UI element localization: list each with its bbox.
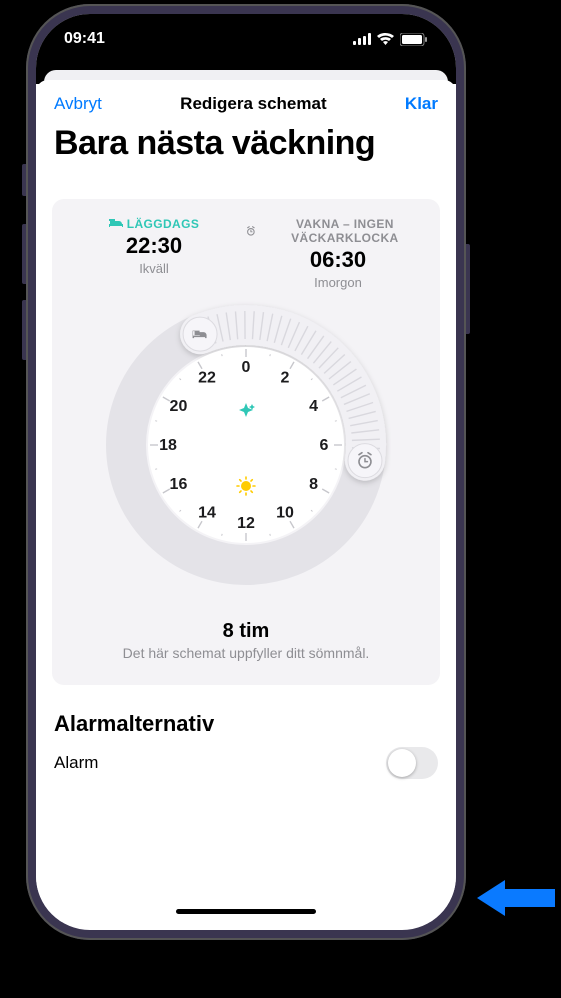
volume-down-button [22, 300, 26, 360]
bedtime-sub: Ikväll [62, 261, 246, 276]
status-time: 09:41 [64, 30, 105, 48]
done-button[interactable]: Klar [405, 94, 438, 114]
side-button [22, 164, 26, 196]
sheet-header: Avbryt Redigera schemat Klar [36, 80, 456, 128]
dial-hour-4: 4 [309, 398, 318, 415]
dial-hour-0: 0 [242, 359, 251, 376]
bed-icon [109, 219, 123, 229]
modal-sheet: Avbryt Redigera schemat Klar Bara nästa … [36, 80, 456, 922]
alarm-toggle[interactable] [386, 747, 438, 779]
volume-up-button [22, 224, 26, 284]
sheet-title: Redigera schemat [180, 94, 326, 114]
arrow-line [505, 889, 555, 907]
home-indicator[interactable] [176, 909, 316, 914]
cancel-button[interactable]: Avbryt [54, 94, 102, 114]
callout-arrow [477, 880, 555, 916]
page-title: Bara nästa väckning [36, 124, 456, 163]
wifi-icon [377, 33, 394, 45]
dial-hour-10: 10 [276, 505, 294, 522]
wake-column: VAKNA – INGEN VÄCKARKLOCKA 06:30 Imorgon [246, 217, 430, 290]
cellular-icon [353, 33, 371, 45]
dial-hour-8: 8 [309, 476, 318, 493]
power-button [466, 244, 470, 334]
dial-svg[interactable]: 0 2 4 6 8 10 12 14 16 18 20 22 [101, 300, 391, 590]
schedule-card: LÄGGDAGS 22:30 Ikväll VAKNA – INGEN VÄCK… [52, 199, 440, 685]
bedtime-label: LÄGGDAGS [62, 217, 246, 231]
dynamic-island [186, 26, 306, 62]
battery-icon [400, 33, 428, 46]
sun-icon [237, 477, 255, 495]
duration-sub: Det här schemat uppfyller ditt sömnmål. [62, 645, 430, 661]
alarm-icon [246, 225, 256, 237]
dial-hour-20: 20 [170, 398, 188, 415]
wake-label-text: VAKNA – INGEN VÄCKARKLOCKA [260, 217, 430, 245]
bedtime-label-text: LÄGGDAGS [127, 217, 200, 231]
phone-frame: 09:41 Avbryt Redigera schemat Klar Bara … [26, 4, 466, 940]
dial-hour-16: 16 [170, 476, 188, 493]
times-row: LÄGGDAGS 22:30 Ikväll VAKNA – INGEN VÄCK… [62, 217, 430, 290]
screen: 09:41 Avbryt Redigera schemat Klar Bara … [36, 14, 456, 930]
dial-hour-14: 14 [198, 505, 216, 522]
duration-value: 8 tim [62, 620, 430, 643]
bedtime-handle[interactable] [183, 317, 217, 351]
status-indicators [353, 33, 428, 46]
dial-hour-18: 18 [159, 437, 177, 454]
wake-sub: Imorgon [246, 275, 430, 290]
wake-label: VAKNA – INGEN VÄCKARKLOCKA [246, 217, 430, 245]
arrow-head [477, 880, 505, 916]
dial-hour-6: 6 [320, 437, 329, 454]
wake-time: 06:30 [246, 247, 430, 273]
alarm-section-heading: Alarmalternativ [36, 711, 456, 737]
duration-block: 8 tim Det här schemat uppfyller ditt söm… [62, 620, 430, 661]
dial-hour-12: 12 [237, 515, 255, 532]
alarm-row-label: Alarm [54, 753, 98, 773]
wake-handle[interactable] [348, 444, 382, 478]
sleep-dial[interactable]: 0 2 4 6 8 10 12 14 16 18 20 22 [62, 300, 430, 590]
bedtime-time: 22:30 [62, 233, 246, 259]
bedtime-column: LÄGGDAGS 22:30 Ikväll [62, 217, 246, 290]
dial-hour-2: 2 [281, 369, 290, 386]
alarm-row: Alarm [36, 737, 456, 779]
dial-hour-22: 22 [198, 369, 216, 386]
